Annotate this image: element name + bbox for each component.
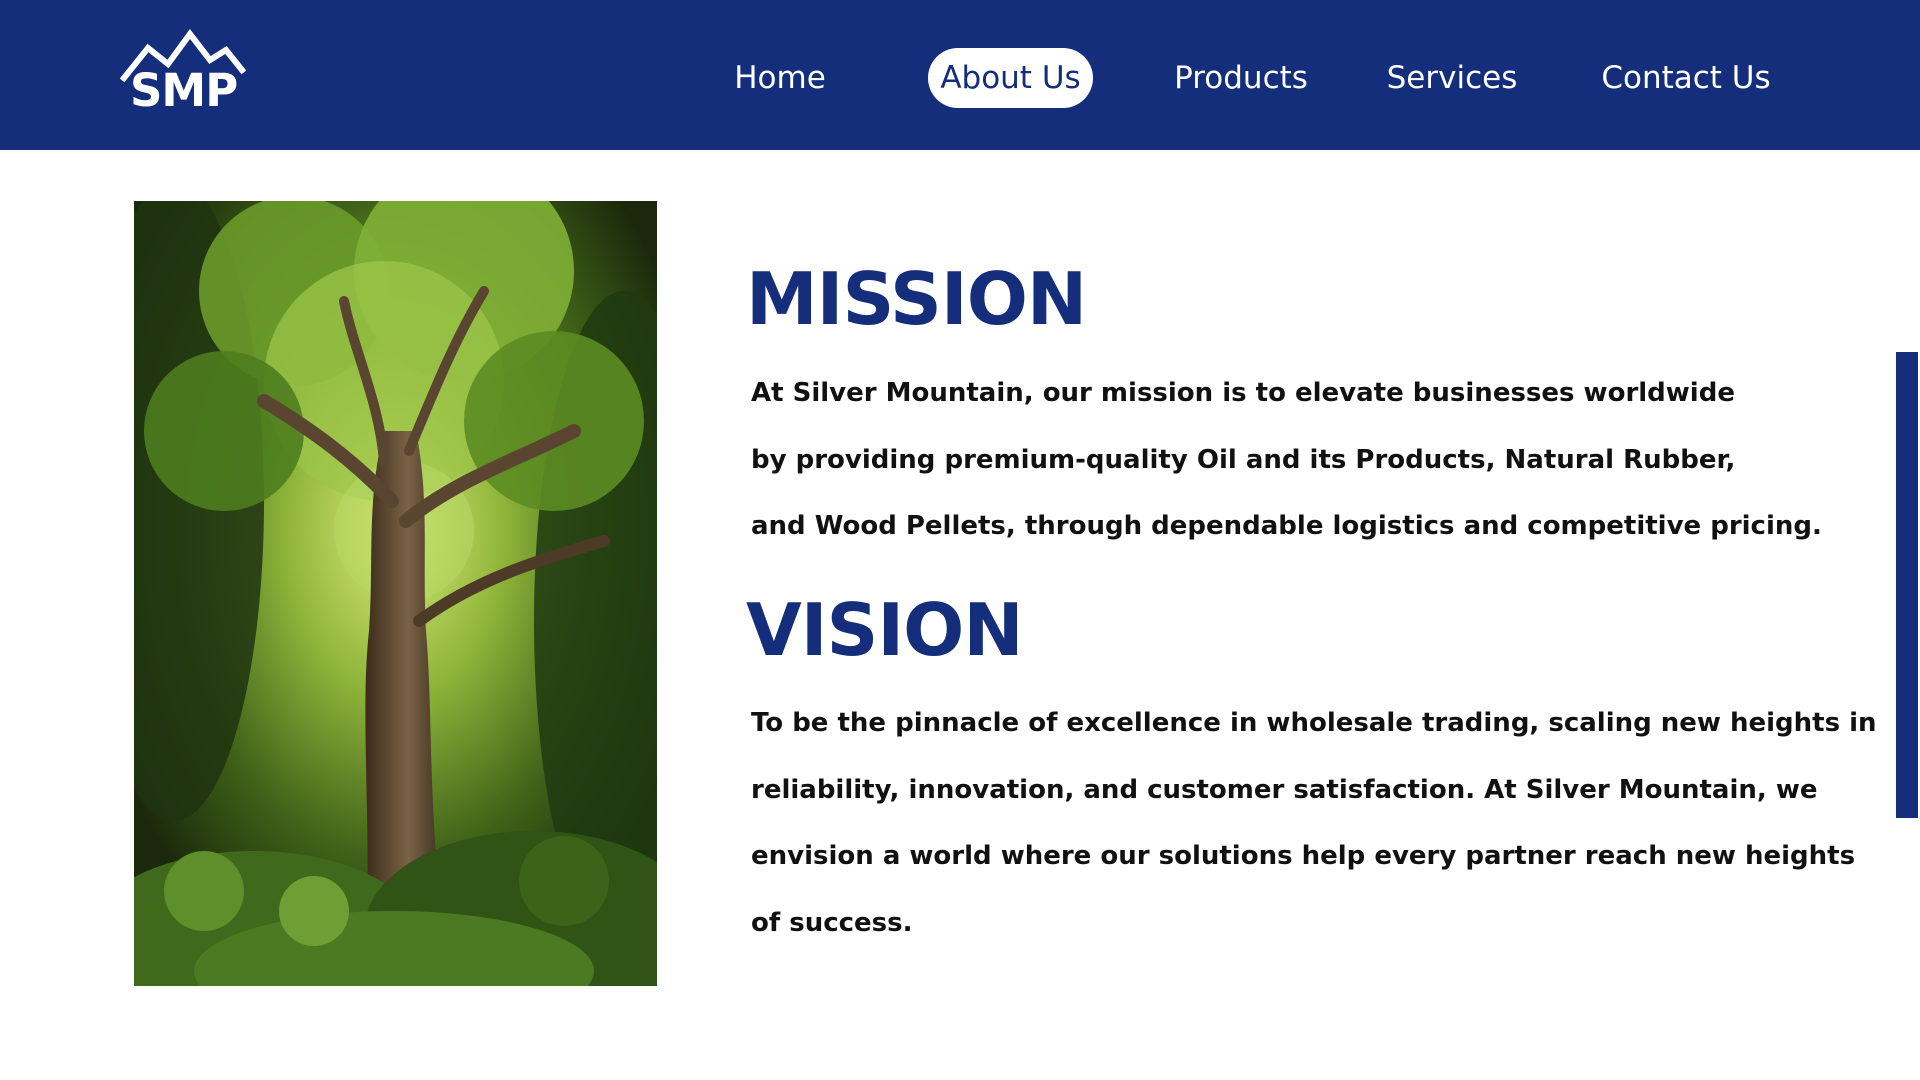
vision-line: of success. bbox=[751, 907, 913, 938]
mission-paragraph: At Silver Mountain, our mission is to el… bbox=[751, 360, 1831, 560]
top-navigation-bar: SMP Home About Us Products Services Cont… bbox=[0, 0, 1920, 150]
mission-line: and Wood Pellets, through dependable log… bbox=[751, 511, 1822, 541]
nav-services[interactable]: Services bbox=[1383, 48, 1521, 108]
main-nav: Home About Us Products Services Contact … bbox=[0, 48, 1920, 108]
nav-about-us[interactable]: About Us bbox=[928, 48, 1093, 108]
nav-home[interactable]: Home bbox=[721, 48, 839, 108]
tree-forest-image bbox=[134, 201, 657, 986]
mission-line: by providing premium-quality Oil and its… bbox=[751, 444, 1736, 475]
vision-heading: VISION bbox=[746, 588, 1024, 672]
vision-line: reliability, innovation, and customer sa… bbox=[751, 774, 1818, 805]
vision-line: To be the pinnacle of excellence in whol… bbox=[751, 708, 1877, 738]
nav-contact-us[interactable]: Contact Us bbox=[1600, 48, 1772, 108]
nav-products[interactable]: Products bbox=[1168, 48, 1314, 108]
vision-line: envision a world where our solutions hel… bbox=[751, 841, 1856, 871]
mission-heading: MISSION bbox=[746, 257, 1087, 341]
scroll-indicator[interactable] bbox=[1896, 352, 1918, 818]
mission-line: At Silver Mountain, our mission is to el… bbox=[751, 378, 1735, 408]
vision-paragraph: To be the pinnacle of excellence in whol… bbox=[751, 690, 1877, 956]
tree-illustration bbox=[134, 201, 657, 986]
